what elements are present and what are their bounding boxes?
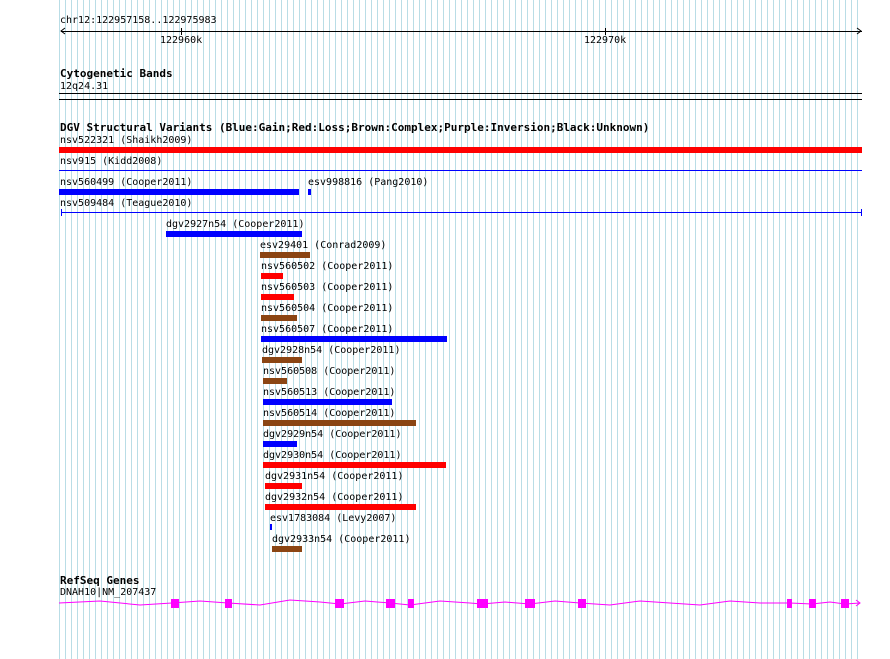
refseq-exon-11[interactable] <box>841 599 849 608</box>
refseq-exon-1[interactable] <box>171 599 179 608</box>
refseq-exon-4[interactable] <box>386 599 395 608</box>
refseq-intron-line <box>58 599 861 606</box>
refseq-exon-6[interactable] <box>477 599 488 608</box>
refseq-exon-8[interactable] <box>578 599 586 608</box>
refseq-exon-9[interactable] <box>787 599 792 608</box>
refseq-exon-10[interactable] <box>809 599 816 608</box>
refseq-exon-2[interactable] <box>225 599 232 608</box>
refseq-exon-7[interactable] <box>525 599 535 608</box>
refseq-exon-3[interactable] <box>335 599 344 608</box>
refseq-exon-5[interactable] <box>408 599 414 608</box>
refseq-gene-model[interactable] <box>0 0 890 659</box>
